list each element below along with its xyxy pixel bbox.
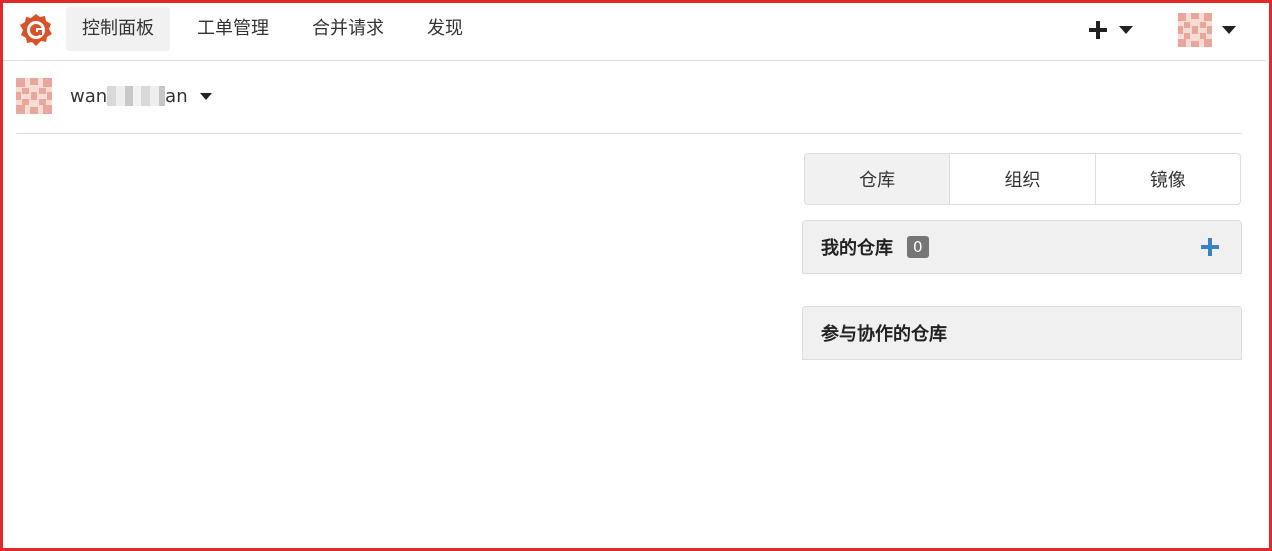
tab-mirrors[interactable]: 镜像 [1096, 154, 1240, 204]
username-prefix: wan [70, 85, 108, 107]
caret-down-icon [199, 92, 212, 100]
create-menu-button[interactable] [1089, 15, 1133, 45]
header-divider [16, 133, 1242, 134]
user-menu-button[interactable] [1178, 13, 1236, 47]
dashboard-context-switcher[interactable]: wan an [16, 78, 212, 114]
avatar [16, 78, 52, 114]
collab-repos-title: 参与协作的仓库 [821, 324, 947, 345]
repo-count-badge: 0 [907, 236, 929, 258]
username-label[interactable]: wan an [70, 86, 212, 107]
username-suffix: an [165, 85, 188, 107]
caret-down-icon [1119, 26, 1133, 34]
redacted-username [107, 86, 166, 106]
repo-tabs: 仓库 组织 镜像 [804, 153, 1241, 205]
nav-pull-requests[interactable]: 合并请求 [296, 7, 400, 51]
add-repo-plus-icon[interactable] [1201, 238, 1219, 256]
my-repos-panel: 我的仓库 0 [802, 220, 1242, 274]
gitea-logo-icon[interactable] [19, 13, 53, 47]
nav-dashboard[interactable]: 控制面板 [66, 7, 170, 51]
nav-explore[interactable]: 发现 [411, 7, 479, 51]
top-navbar: 控制面板 工单管理 合并请求 发现 [3, 3, 1266, 61]
tab-organizations[interactable]: 组织 [950, 154, 1096, 204]
nav-issues[interactable]: 工单管理 [181, 7, 285, 51]
collab-repos-title-row: 参与协作的仓库 [821, 307, 947, 359]
plus-icon [1089, 21, 1107, 39]
caret-down-icon [1222, 26, 1236, 34]
avatar [1178, 13, 1212, 47]
tab-repositories[interactable]: 仓库 [805, 154, 951, 204]
collab-repos-panel: 参与协作的仓库 [802, 306, 1242, 360]
my-repos-title-row: 我的仓库 0 [821, 221, 929, 273]
my-repos-title: 我的仓库 [821, 238, 893, 259]
